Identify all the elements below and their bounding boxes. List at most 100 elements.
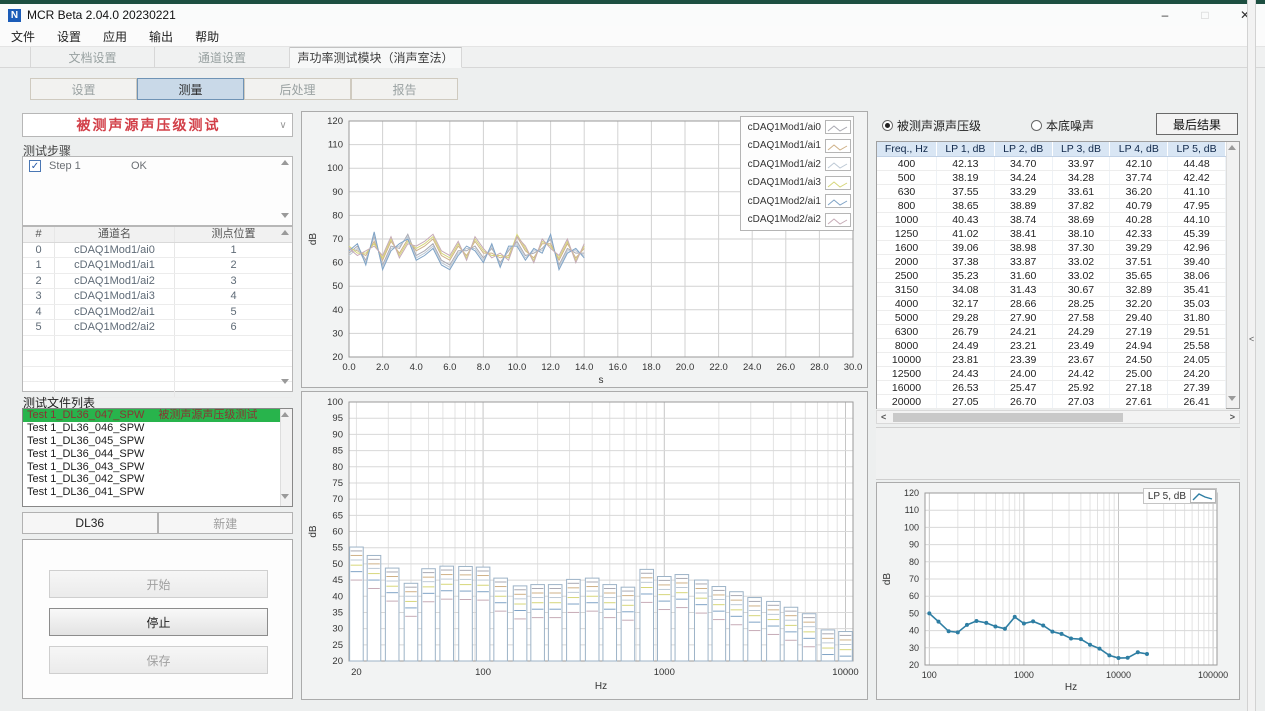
cell <box>55 367 175 382</box>
menu-file[interactable]: 文件 <box>0 28 46 45</box>
list-item[interactable]: Test 1_DL36_041_SPW <box>23 486 292 499</box>
legend-entry: cDAQ1Mod1/ai2 <box>743 155 851 174</box>
cell: 31.43 <box>995 283 1053 296</box>
subtab-post-process[interactable]: 后处理 <box>244 78 351 100</box>
table-row: 800024.4923.2123.4924.9425.58 <box>877 339 1226 353</box>
radio-background-noise[interactable]: 本底噪声 <box>1031 117 1094 134</box>
cell: 1 <box>175 243 292 258</box>
scroll-down-icon[interactable] <box>281 379 289 384</box>
cell: 38.98 <box>995 241 1053 254</box>
save-button[interactable]: 保存 <box>49 646 268 674</box>
menu-help[interactable]: 帮助 <box>184 28 230 45</box>
test-type-value: 被测声源声压级测试 <box>23 115 274 135</box>
cell <box>23 336 55 351</box>
column-header: Freq., Hz <box>877 142 937 156</box>
cell: 38.69 <box>1053 213 1111 226</box>
scrollbar-thumb[interactable] <box>893 413 1123 422</box>
test-type-combobox[interactable]: 被测声源声压级测试 ∨ <box>22 113 293 137</box>
scroll-down-icon[interactable] <box>281 494 289 499</box>
step-row[interactable]: ✓Step 1OK <box>23 157 292 175</box>
start-button[interactable]: 开始 <box>49 570 268 598</box>
cell: 32.17 <box>937 297 995 310</box>
svg-text:40: 40 <box>909 626 919 636</box>
scroll-down-icon[interactable] <box>1228 396 1236 401</box>
cell: 8000 <box>877 339 937 352</box>
table-vertical-scrollbar[interactable] <box>1226 142 1239 408</box>
svg-text:1000: 1000 <box>1014 670 1034 680</box>
checkbox-icon[interactable]: ✓ <box>29 160 41 172</box>
cell: 25.58 <box>1168 339 1226 352</box>
svg-text:20: 20 <box>351 667 362 678</box>
scroll-up-icon[interactable] <box>1228 145 1236 150</box>
cell: 38.89 <box>995 199 1053 212</box>
radio-source-level[interactable]: 被测声源声压级 <box>882 117 981 134</box>
chevron-down-icon: ∨ <box>274 120 292 131</box>
maximize-button[interactable]: □ <box>1185 4 1225 26</box>
menu-settings[interactable]: 设置 <box>46 28 92 45</box>
final-result-button[interactable]: 最后结果 <box>1156 113 1238 135</box>
cell: 26.53 <box>937 381 995 394</box>
titlebar: N MCR Beta 2.04.0 20230221 – □ ✕ <box>0 4 1265 26</box>
svg-text:Hz: Hz <box>1065 682 1077 693</box>
cell: 24.21 <box>995 325 1053 338</box>
scroll-up-icon[interactable] <box>281 412 289 417</box>
scroll-right-icon[interactable]: > <box>1230 412 1235 422</box>
svg-text:60: 60 <box>332 527 343 538</box>
table-row: 5cDAQ1Mod2/ai26 <box>23 320 292 336</box>
cell: 33.02 <box>1053 269 1111 282</box>
cell: 29.40 <box>1110 311 1168 324</box>
cell: 36.20 <box>1110 185 1168 198</box>
cell: 23.39 <box>995 353 1053 366</box>
cell: 1 <box>23 258 55 273</box>
scroll-up-icon[interactable] <box>281 230 289 235</box>
svg-text:20: 20 <box>332 352 343 363</box>
cell: 34.28 <box>1053 171 1111 184</box>
cell <box>175 382 292 397</box>
new-button[interactable]: 新建 <box>158 512 294 534</box>
cell: 26.79 <box>937 325 995 338</box>
scroll-down-icon[interactable] <box>281 213 289 218</box>
table-row: 63037.5533.2933.6136.2041.10 <box>877 185 1226 199</box>
stop-button[interactable]: 停止 <box>49 608 268 636</box>
dl36-button[interactable]: DL36 <box>22 512 158 534</box>
file-list-scrollbar[interactable] <box>280 409 292 506</box>
cell <box>175 336 292 351</box>
table-row: 50038.1934.2434.2837.7442.42 <box>877 171 1226 185</box>
legend-entry: cDAQ1Mod1/ai1 <box>743 137 851 156</box>
scroll-left-icon[interactable]: < <box>881 412 886 422</box>
svg-text:100: 100 <box>327 397 343 408</box>
tab-doc-settings[interactable]: 文档设置 <box>30 47 155 68</box>
svg-text:30: 30 <box>332 624 343 635</box>
list-item[interactable]: Test 1_DL36_046_SPW <box>23 422 292 435</box>
tab-channel-settings[interactable]: 通道设置 <box>155 47 290 68</box>
cell: 1250 <box>877 227 937 240</box>
table-row: 3cDAQ1Mod1/ai34 <box>23 289 292 305</box>
minimize-button[interactable]: – <box>1145 4 1185 26</box>
table-row: 0cDAQ1Mod1/ai01 <box>23 243 292 259</box>
cell: 500 <box>877 171 937 184</box>
list-item[interactable]: Test 1_DL36_042_SPW <box>23 473 292 486</box>
menu-output[interactable]: 输出 <box>138 28 184 45</box>
subtab-setup[interactable]: 设置 <box>30 78 137 100</box>
list-item[interactable]: Test 1_DL36_047_SPW被测声源声压级测试 <box>23 409 292 422</box>
list-item[interactable]: Test 1_DL36_044_SPW <box>23 448 292 461</box>
svg-text:65: 65 <box>332 510 343 521</box>
subtab-measure[interactable]: 测量 <box>137 78 244 100</box>
scroll-up-icon[interactable] <box>281 160 289 165</box>
cell: 27.19 <box>1110 325 1168 338</box>
close-button[interactable]: ✕ <box>1225 4 1265 26</box>
legend-swatch-icon <box>825 120 851 134</box>
menu-application[interactable]: 应用 <box>92 28 138 45</box>
table-horizontal-scrollbar[interactable]: < > <box>876 410 1240 424</box>
cell: 38.10 <box>1053 227 1111 240</box>
table-row: 1cDAQ1Mod1/ai12 <box>23 258 292 274</box>
cell: 38.19 <box>937 171 995 184</box>
tab-sound-power-module[interactable]: 声功率测试模块（消声室法） <box>290 47 462 68</box>
list-item[interactable]: Test 1_DL36_045_SPW <box>23 435 292 448</box>
subtab-report[interactable]: 报告 <box>351 78 458 100</box>
list-item[interactable]: Test 1_DL36_043_SPW <box>23 461 292 474</box>
file-name: Test 1_DL36_047_SPW <box>27 409 144 421</box>
cell: 24.49 <box>937 339 995 352</box>
frequency-table-header: Freq., HzLP 1, dBLP 2, dBLP 3, dBLP 4, d… <box>877 142 1226 157</box>
panel-splitter[interactable]: < <box>1247 0 1256 711</box>
